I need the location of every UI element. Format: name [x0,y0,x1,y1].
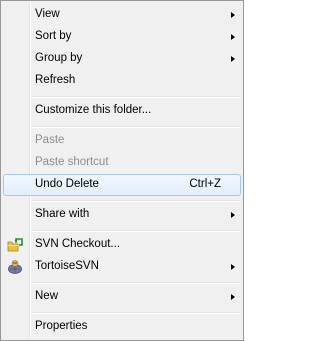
menu-separator [31,96,241,98]
menu-separator [31,230,241,232]
menu-item-svn-checkout[interactable]: SVN Checkout... [3,234,241,256]
menu-separator [31,282,241,284]
menu-item-label: Group by [35,52,83,64]
menu-item-group-by[interactable]: Group by [3,48,241,70]
menu-item-customize-folder[interactable]: Customize this folder... [3,100,241,122]
menu-item-label: Sort by [35,30,72,42]
menu-item-label: TortoiseSVN [35,260,99,272]
context-menu: View Sort by Group by Refresh Customize … [0,0,244,341]
menu-item-label: Properties [35,320,88,332]
menu-item-label: New [35,290,59,302]
submenu-arrow-icon [231,294,235,300]
submenu-arrow-icon [231,264,235,270]
menu-item-properties[interactable]: Properties [3,316,241,338]
submenu-arrow-icon [231,212,235,218]
menu-item-undo-delete[interactable]: Undo Delete Ctrl+Z [3,174,241,196]
menu-item-label: Refresh [35,74,76,86]
menu-separator [31,200,241,202]
tortoisesvn-icon [7,259,23,275]
menu-item-label: SVN Checkout... [35,238,121,250]
menu-item-label: Paste [35,134,65,146]
menu-item-label: Share with [35,208,90,220]
menu-item-new[interactable]: New [3,286,241,308]
menu-item-share-with[interactable]: Share with [3,204,241,226]
menu-item-label: Paste shortcut [35,156,109,168]
menu-separator [31,312,241,314]
menu-item-label: Undo Delete [35,178,99,190]
submenu-arrow-icon [231,12,235,18]
menu-item-view[interactable]: View [3,4,241,26]
menu-item-paste: Paste [3,130,241,152]
menu-item-shortcut: Ctrl+Z [189,178,221,190]
submenu-arrow-icon [231,34,235,40]
menu-separator [31,126,241,128]
menu-item-tortoisesvn[interactable]: TortoiseSVN [3,256,241,278]
menu-item-sort-by[interactable]: Sort by [3,26,241,48]
svn-checkout-icon [7,237,23,253]
submenu-arrow-icon [231,56,235,62]
menu-item-paste-shortcut: Paste shortcut [3,152,241,174]
menu-item-label: View [35,8,60,20]
menu-item-refresh[interactable]: Refresh [3,70,241,92]
menu-item-label: Customize this folder... [35,104,152,116]
